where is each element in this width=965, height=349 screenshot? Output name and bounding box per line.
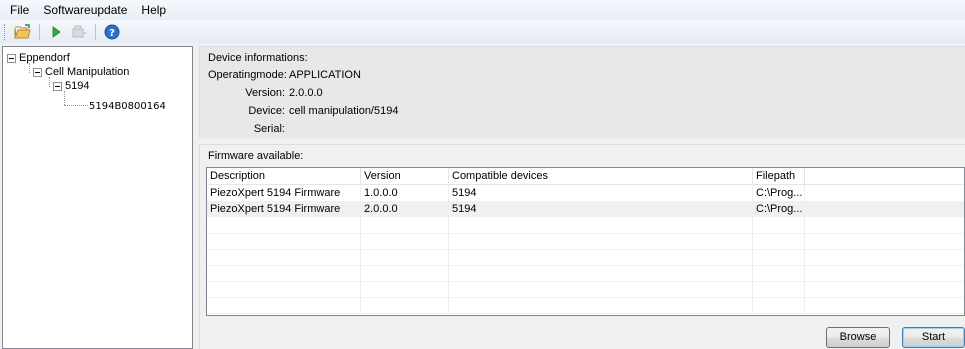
cell-description: PiezoXpert 5194 Firmware	[210, 187, 341, 199]
serial-label: Serial:	[253, 123, 285, 135]
toolbar-separator	[39, 23, 40, 40]
device-tree[interactable]: Eppendorf Cell Manipulation 5194 5194B08…	[2, 46, 193, 349]
operatingmode-label: Operatingmode:	[208, 69, 287, 81]
column-header-version[interactable]: Version	[361, 168, 449, 185]
tree-connector	[64, 105, 88, 106]
cell-filepath: C:\Prog...	[756, 187, 803, 199]
cell-version: 1.0.0.0	[364, 187, 398, 199]
toolbar-grip[interactable]	[4, 23, 7, 40]
grid-line	[207, 297, 964, 298]
grid-column	[360, 185, 361, 315]
menu-softwareupdate[interactable]: Softwareupdate	[36, 0, 134, 20]
menu-bar: File Softwareupdate Help	[0, 0, 965, 20]
menu-file[interactable]: File	[3, 0, 36, 20]
grid-line	[207, 281, 964, 282]
svg-text:?: ?	[109, 28, 115, 39]
device-label: Device:	[248, 105, 285, 117]
device-value: cell manipulation/5194	[289, 105, 399, 117]
grid-line	[207, 233, 964, 234]
collapse-icon[interactable]	[33, 67, 42, 77]
tree-node-label: Cell Manipulation	[45, 66, 130, 78]
tree-node-serial[interactable]: 5194B0800164	[89, 99, 166, 113]
open-folder-icon[interactable]	[13, 22, 33, 42]
cell-description: PiezoXpert 5194 Firmware	[210, 203, 341, 215]
tree-node-label: 5194B0800164	[89, 100, 166, 112]
menu-help[interactable]: Help	[134, 0, 173, 20]
column-header-compatible-devices[interactable]: Compatible devices	[449, 168, 753, 185]
column-header-filepath[interactable]: Filepath	[753, 168, 805, 185]
firmware-title: Firmware available:	[208, 150, 304, 162]
tree-node-label: Eppendorf	[19, 52, 70, 64]
version-value: 2.0.0.0	[289, 87, 323, 99]
version-label: Version:	[245, 87, 285, 99]
play-icon[interactable]	[46, 22, 66, 42]
grid-line	[207, 313, 964, 314]
browse-button[interactable]: Browse	[826, 327, 890, 348]
help-icon[interactable]: ?	[102, 22, 122, 42]
grid-line	[207, 249, 964, 250]
grid-column	[448, 185, 449, 315]
start-button[interactable]: Start	[902, 327, 965, 348]
grid-column	[752, 185, 753, 315]
toolbar: ?	[0, 20, 965, 43]
tree-node-eppendorf[interactable]: Eppendorf	[7, 51, 70, 65]
collapse-icon[interactable]	[53, 81, 62, 91]
column-header-description[interactable]: Description	[207, 168, 361, 185]
tree-node-5194[interactable]: 5194	[53, 79, 89, 93]
cell-version: 2.0.0.0	[364, 203, 398, 215]
table-row[interactable]: PiezoXpert 5194 Firmware 2.0.0.0 5194 C:…	[207, 201, 964, 217]
tree-connector	[64, 91, 65, 105]
list-header: Description Version Compatible devices F…	[207, 168, 964, 185]
device-info-title: Device informations:	[208, 52, 308, 64]
toolbar-separator	[95, 23, 96, 40]
cell-compatible: 5194	[452, 203, 477, 215]
grid-column	[804, 185, 805, 315]
collapse-icon[interactable]	[7, 53, 16, 63]
table-row[interactable]: PiezoXpert 5194 Firmware 1.0.0.0 5194 C:…	[207, 185, 964, 201]
device-info-group: Device informations: Operatingmode: APPL…	[199, 46, 965, 138]
operatingmode-value: APPLICATION	[289, 69, 361, 81]
tree-node-cell-manipulation[interactable]: Cell Manipulation	[33, 65, 129, 79]
column-header-filler	[805, 168, 964, 185]
cell-filepath: C:\Prog...	[756, 203, 803, 215]
grid-line	[207, 265, 964, 266]
connect-icon[interactable]	[69, 22, 89, 42]
tree-node-label: 5194	[65, 80, 90, 92]
cell-compatible: 5194	[452, 187, 477, 199]
firmware-list[interactable]: Description Version Compatible devices F…	[206, 167, 965, 316]
